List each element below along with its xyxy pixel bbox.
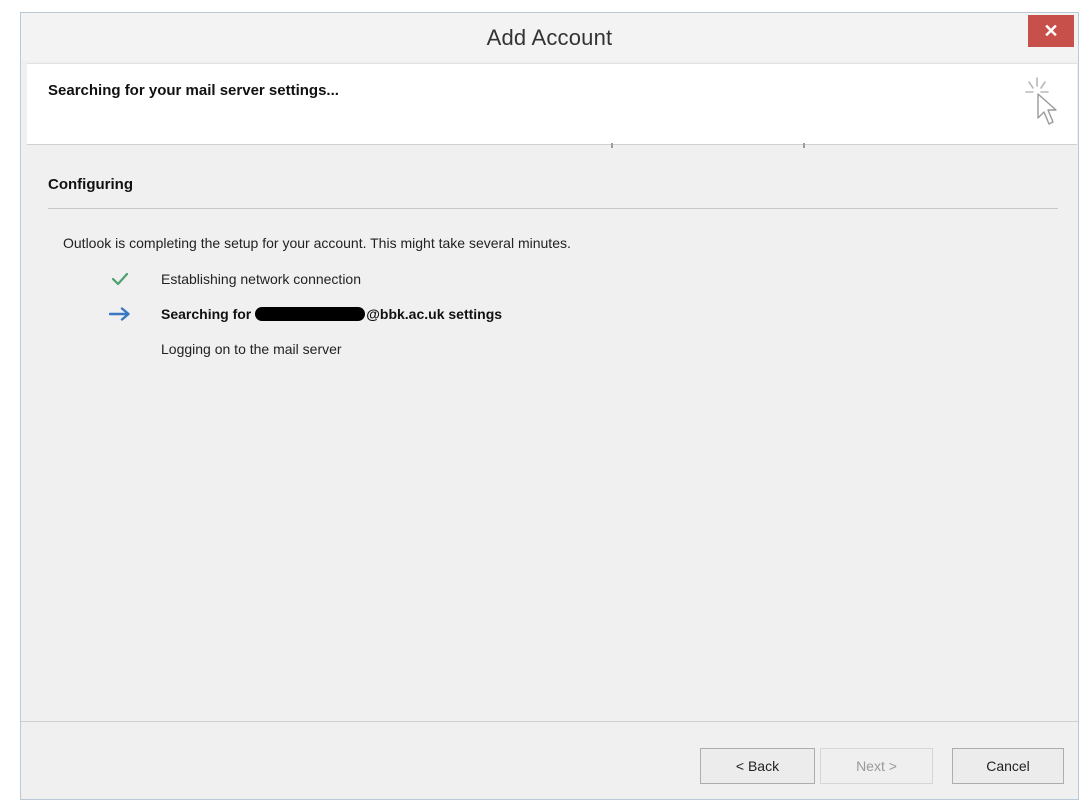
arrow-right-icon (108, 303, 132, 325)
header-band: Searching for your mail server settings.… (27, 63, 1077, 145)
next-button[interactable]: Next > (820, 748, 933, 784)
header-tick (803, 143, 805, 148)
step-item: Logging on to the mail server (108, 338, 708, 360)
cancel-button[interactable]: Cancel (952, 748, 1064, 784)
busy-cursor-icon (1025, 77, 1057, 125)
step-label: Logging on to the mail server (161, 341, 342, 357)
back-button[interactable]: < Back (700, 748, 815, 784)
title-bar: Add Account ✕ (21, 13, 1078, 61)
step-label-prefix: Searching for (161, 306, 252, 322)
redacted-username (255, 307, 366, 321)
add-account-dialog: Add Account ✕ Searching for your mail se… (20, 12, 1079, 800)
section-title: Configuring (48, 176, 133, 193)
check-icon (108, 268, 132, 290)
step-label: Establishing network connection (161, 271, 362, 287)
section-description: Outlook is completing the setup for your… (63, 235, 571, 251)
footer-divider (21, 721, 1078, 722)
status-heading: Searching for your mail server settings.… (48, 82, 339, 99)
window-title: Add Account (486, 25, 613, 50)
header-tick (611, 143, 613, 148)
step-label-suffix: @bbk.ac.uk settings (366, 306, 503, 322)
close-button[interactable]: ✕ (1028, 15, 1074, 47)
section-divider (48, 208, 1058, 209)
step-item: Establishing network connection (108, 268, 708, 290)
step-label: Searching for @bbk.ac.uk settings (161, 306, 502, 322)
step-item-current: Searching for @bbk.ac.uk settings (108, 303, 808, 325)
close-icon: ✕ (1043, 20, 1059, 41)
